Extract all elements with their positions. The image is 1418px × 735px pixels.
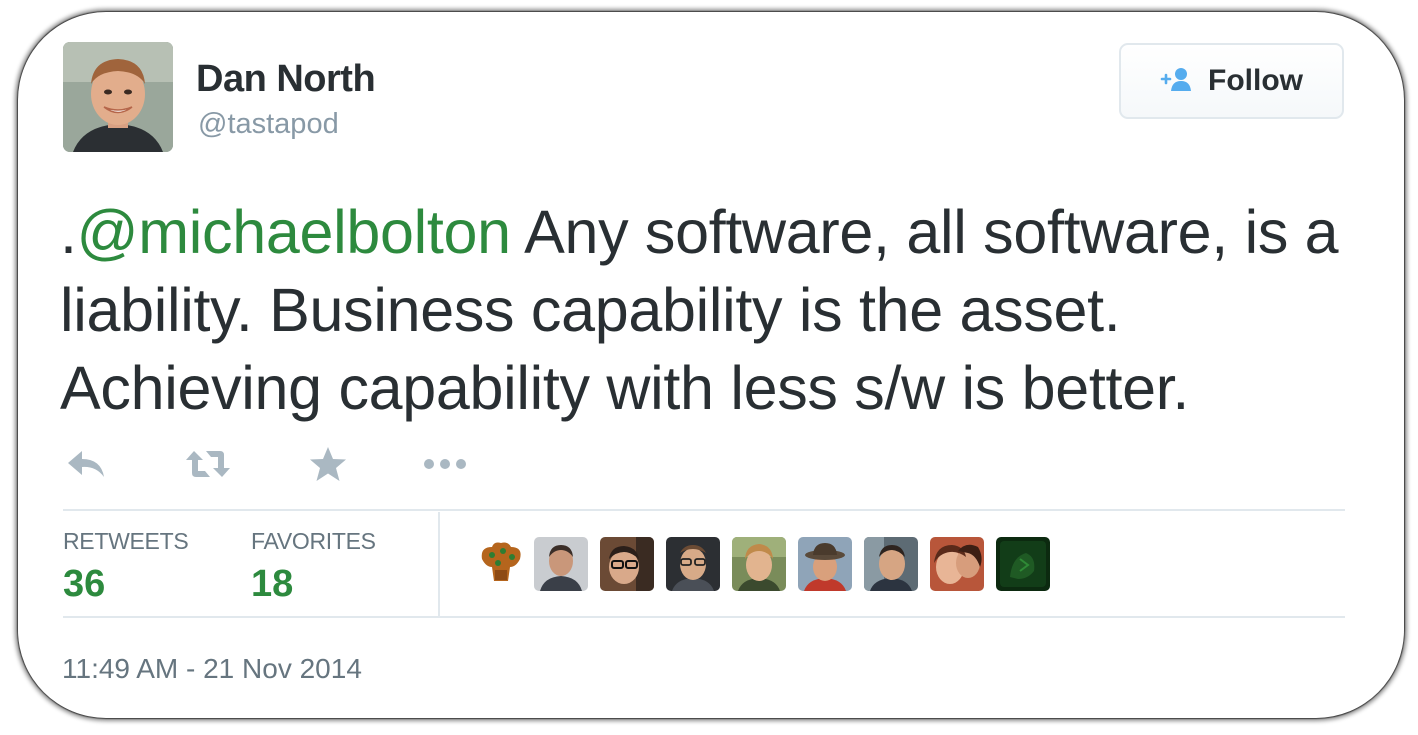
follow-label: Follow (1208, 64, 1303, 97)
favoriter-avatar[interactable] (798, 537, 852, 591)
retweet-icon[interactable] (184, 444, 232, 484)
tweet-text: .@michaelbolton Any software, all softwa… (60, 193, 1340, 427)
favorites-count: 18 (251, 563, 294, 605)
favoriter-avatar[interactable] (600, 537, 654, 591)
favorite-star-icon[interactable] (309, 444, 347, 484)
reply-icon[interactable] (66, 444, 106, 484)
follow-button[interactable]: Follow (1119, 43, 1344, 119)
favoriter-avatar[interactable] (534, 537, 588, 591)
tweet-card: Dan North @tastapod Follow .@michaelbolt… (18, 12, 1404, 718)
favoriter-avatar[interactable] (474, 537, 528, 591)
favorites-label: FAVORITES (251, 528, 376, 554)
retweets-stat[interactable]: RETWEETS 36 (63, 528, 189, 606)
favoriter-avatar[interactable] (864, 537, 918, 591)
stats-top-divider (63, 509, 1345, 511)
favoriter-avatar[interactable] (930, 537, 984, 591)
author-name[interactable]: Dan North (196, 58, 376, 101)
stats-vertical-divider (438, 512, 440, 618)
stats-bottom-divider (63, 616, 1345, 618)
add-user-icon (1160, 66, 1192, 97)
author-avatar[interactable] (63, 42, 173, 152)
favorites-stat[interactable]: FAVORITES 18 (251, 528, 376, 606)
favoriter-avatar[interactable] (732, 537, 786, 591)
more-icon[interactable] (422, 444, 468, 484)
mention-link[interactable]: @michaelbolton (77, 198, 511, 266)
author-handle[interactable]: @tastapod (198, 108, 339, 141)
tweet-timestamp[interactable]: 11:49 AM - 21 Nov 2014 (62, 653, 362, 685)
tweet-prefix: . (60, 198, 77, 266)
retweets-count: 36 (63, 563, 106, 605)
favoriter-avatar[interactable] (666, 537, 720, 591)
retweets-label: RETWEETS (63, 528, 189, 554)
favoriter-avatar[interactable] (996, 537, 1050, 591)
